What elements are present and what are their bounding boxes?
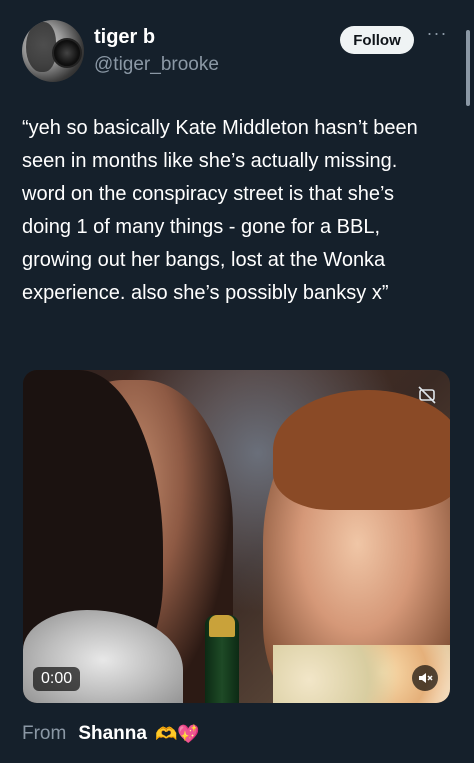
- tweet-text: “yeh so basically Kate Middleton hasn’t …: [22, 117, 418, 304]
- heart-hands-emoji: 🫶💖: [154, 723, 200, 744]
- video-bottle-foil: [209, 615, 235, 637]
- source-user-link[interactable]: Shanna: [78, 723, 147, 745]
- tweet-header: tiger b @tiger_brooke Follow ···: [22, 20, 454, 84]
- captions-off-icon[interactable]: [418, 386, 436, 404]
- follow-button[interactable]: Follow: [340, 26, 414, 54]
- source-attribution: From Shanna 🫶💖: [22, 720, 200, 748]
- camera-lens: [52, 38, 82, 68]
- more-options-icon[interactable]: ···: [424, 24, 450, 46]
- author-handle[interactable]: @tiger_brooke: [94, 54, 219, 76]
- video-timecode: 0:00: [33, 667, 81, 691]
- avatar-hair: [26, 22, 56, 72]
- from-label: From: [22, 723, 67, 744]
- scrollbar[interactable]: [466, 30, 470, 106]
- video-player[interactable]: 0:00: [23, 370, 450, 703]
- volume-muted-icon[interactable]: [412, 665, 438, 691]
- author-name[interactable]: tiger b: [94, 26, 155, 49]
- video-hair-right: [273, 390, 450, 510]
- avatar[interactable]: [22, 20, 84, 82]
